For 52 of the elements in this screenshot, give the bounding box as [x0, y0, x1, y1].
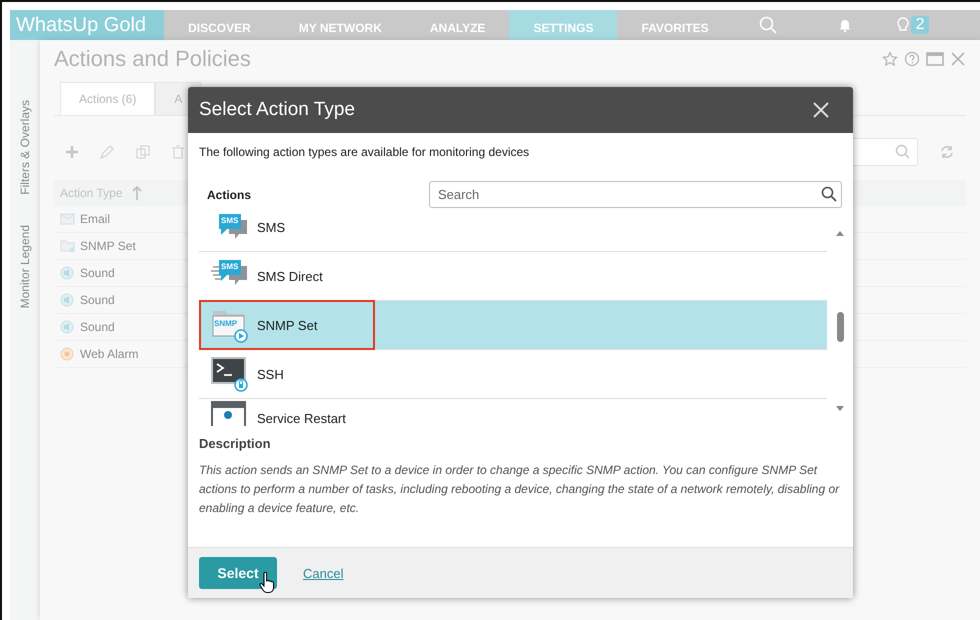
dialog-title: Select Action Type: [199, 99, 355, 121]
action-item[interactable]: SMS SMS: [199, 212, 827, 252]
copy-icon[interactable]: [136, 145, 150, 159]
table-cell: Web Alarm: [80, 347, 138, 361]
description-text: This action sends an SNMP Set to a device in order to change a specific SNMP action. You can configure SNMP Set actions to perform a number of tasks, including rebooting a device, changing the state of a network remotely, disabling or enabling a device feature, etc.: [198, 462, 840, 517]
pencil-icon[interactable]: [100, 145, 114, 159]
table-cell: Sound: [80, 320, 115, 334]
panel-title: Actions and Policies: [54, 46, 251, 72]
action-name: SMS Direct: [257, 268, 323, 284]
add-icon[interactable]: [66, 146, 78, 158]
bell-icon[interactable]: [838, 18, 851, 32]
action-name: SMS: [257, 220, 286, 234]
speaker-icon: [60, 320, 76, 334]
hand-cursor-icon: [259, 572, 275, 594]
table-cell: Email: [80, 212, 110, 226]
side-tab[interactable]: Filters & Overlays: [18, 100, 32, 195]
speaker-icon: [60, 293, 76, 307]
scrollbar-thumb[interactable]: [836, 312, 844, 342]
cancel-link[interactable]: Cancel: [303, 566, 344, 580]
action-item[interactable]: SSH: [199, 350, 827, 399]
search-field[interactable]: Search: [429, 181, 842, 208]
table-cell: Sound: [80, 293, 115, 307]
table-cell: Sound: [80, 266, 115, 280]
select-button[interactable]: Select: [199, 557, 277, 589]
search-icon[interactable]: [821, 186, 837, 202]
maximize-icon[interactable]: [926, 51, 944, 67]
envelope-icon: [60, 212, 76, 226]
refresh-icon[interactable]: [940, 145, 954, 159]
alarm-icon: [60, 347, 76, 361]
list-label: Actions: [207, 188, 252, 202]
tab[interactable]: Actions (6): [60, 82, 156, 115]
star-icon[interactable]: [882, 51, 898, 67]
action-item[interactable]: Service Restart: [199, 399, 827, 426]
app-logo[interactable]: WhatsUp Gold: [10, 10, 164, 40]
sort-arrow-icon[interactable]: [132, 186, 142, 200]
description-label: Description: [198, 435, 272, 453]
action-name: SNMP Set: [257, 318, 318, 332]
table-cell: SNMP Set: [80, 239, 136, 253]
lightbulb-icon[interactable]: [896, 17, 909, 33]
scroll-down-icon[interactable]: [836, 406, 844, 412]
action-name: Service Restart: [257, 410, 346, 426]
side-tab[interactable]: Monitor Legend: [18, 224, 32, 308]
intro-text: The following action types are available for monitoring devices: [198, 144, 530, 159]
help-icon[interactable]: [904, 51, 920, 67]
action-item[interactable]: SNMP SNMP Set: [199, 301, 827, 350]
scroll-up-icon[interactable]: [836, 230, 844, 236]
trash-icon[interactable]: [172, 145, 184, 159]
close-icon[interactable]: [813, 102, 829, 118]
folder-icon: [60, 239, 76, 253]
notification-badge: 2: [910, 16, 930, 34]
action-name: SSH: [257, 366, 284, 382]
speaker-icon: [60, 266, 76, 280]
